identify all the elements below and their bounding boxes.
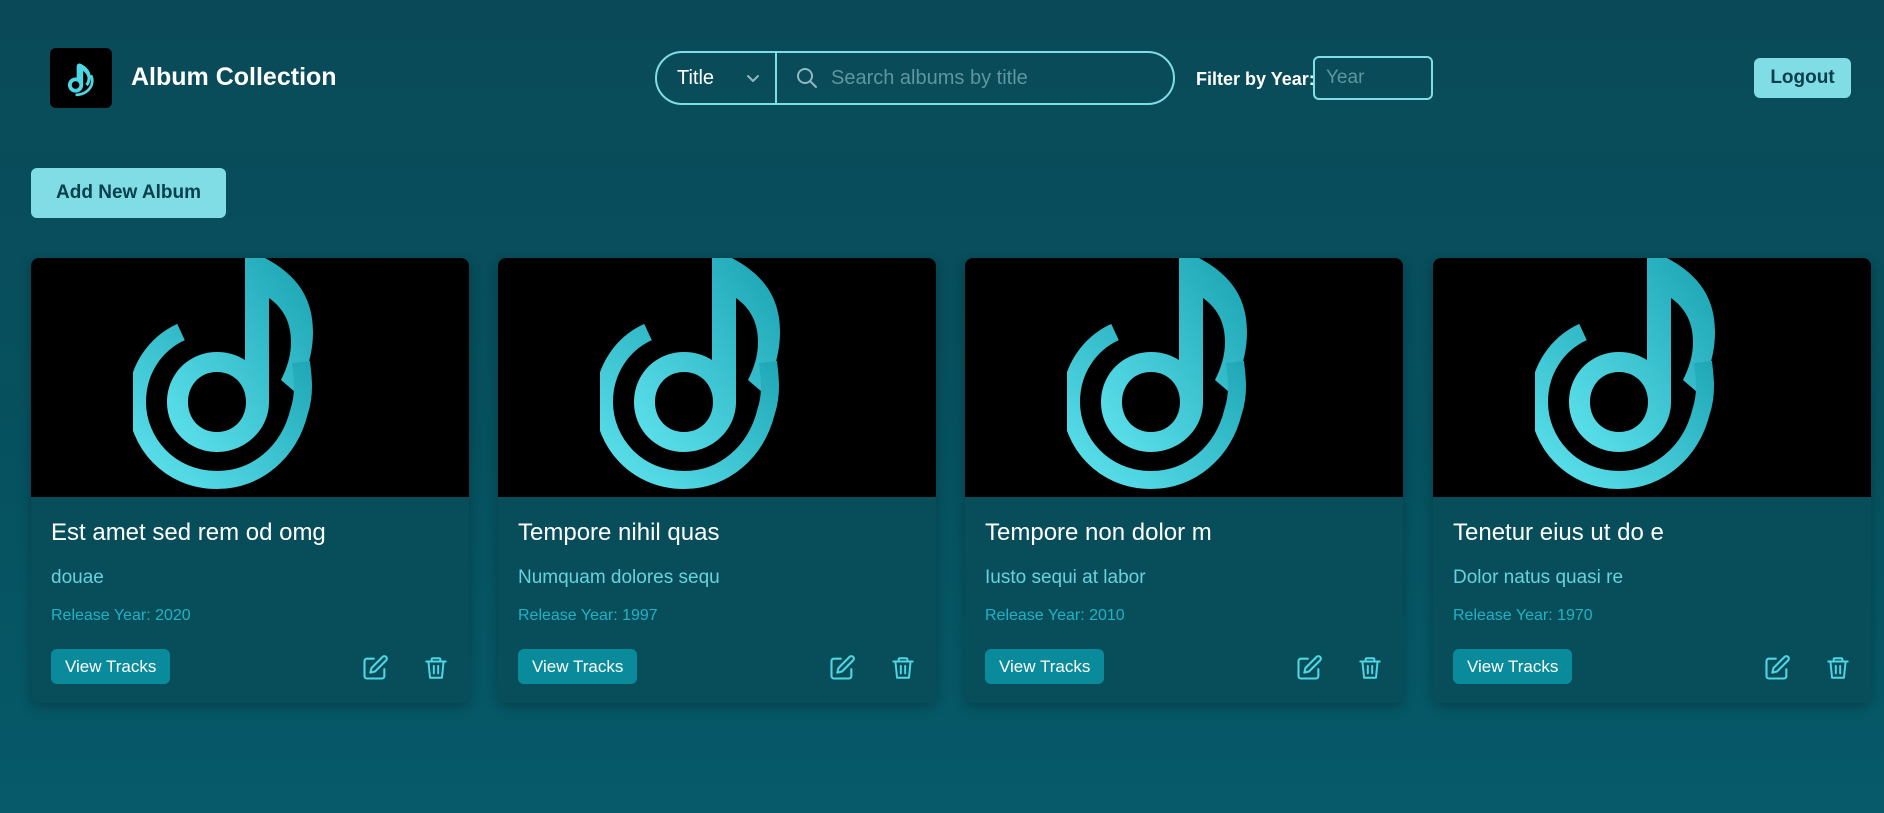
search-field-value: Title xyxy=(677,66,715,89)
year-filter-input[interactable] xyxy=(1313,56,1433,100)
album-cover xyxy=(31,258,469,497)
year-filter-label: Filter by Year: xyxy=(1196,69,1315,89)
album-artist: Iusto sequi at labor xyxy=(985,567,1146,588)
delete-album-button[interactable] xyxy=(887,652,919,684)
album-card: Tempore nihil quas Numquam dolores sequ … xyxy=(498,258,936,703)
album-artist: douae xyxy=(51,567,104,588)
music-note-icon xyxy=(67,63,94,97)
album-title: Est amet sed rem od omg xyxy=(51,519,326,546)
trash-icon xyxy=(892,657,914,679)
album-title: Tenetur eius ut do e xyxy=(1453,519,1664,546)
music-note-icon xyxy=(1535,258,1715,490)
edit-album-button[interactable] xyxy=(1293,652,1325,684)
view-tracks-button[interactable]: View Tracks xyxy=(1453,649,1573,684)
top-bar: Album Collection Title Filter by Year: L… xyxy=(0,0,1884,160)
search-field xyxy=(777,53,1173,103)
album-release-year: Release Year: 2010 xyxy=(985,607,1125,624)
edit-album-button[interactable] xyxy=(826,652,858,684)
logout-button[interactable]: Logout xyxy=(1754,58,1851,98)
album-artist: Dolor natus quasi re xyxy=(1453,567,1624,588)
edit-icon xyxy=(363,655,388,680)
album-release-year: Release Year: 1970 xyxy=(1453,607,1593,624)
album-artist: Numquam dolores sequ xyxy=(518,567,720,588)
view-tracks-button[interactable]: View Tracks xyxy=(518,649,638,684)
album-card: Tenetur eius ut do e Dolor natus quasi r… xyxy=(1433,258,1871,703)
album-title: Tempore non dolor m xyxy=(985,519,1212,546)
edit-icon xyxy=(1765,655,1790,680)
music-note-icon xyxy=(600,258,780,490)
search-input[interactable] xyxy=(831,66,1171,90)
edit-icon xyxy=(1297,655,1322,680)
delete-album-button[interactable] xyxy=(1822,652,1854,684)
edit-album-button[interactable] xyxy=(1761,652,1793,684)
album-cover xyxy=(498,258,936,497)
trash-icon xyxy=(1359,657,1381,679)
view-tracks-button[interactable]: View Tracks xyxy=(51,649,171,684)
chevron-down-icon xyxy=(747,75,759,82)
edit-icon xyxy=(830,655,855,680)
album-cover xyxy=(965,258,1403,497)
add-album-button[interactable]: Add New Album xyxy=(31,168,226,218)
album-card: Est amet sed rem od omg douae Release Ye… xyxy=(31,258,469,703)
delete-album-button[interactable] xyxy=(420,652,452,684)
search-icon xyxy=(797,68,817,88)
edit-album-button[interactable] xyxy=(359,652,391,684)
album-cover xyxy=(1433,258,1871,497)
delete-album-button[interactable] xyxy=(1354,652,1386,684)
music-note-icon xyxy=(133,258,313,490)
app-logo xyxy=(50,48,112,108)
album-release-year: Release Year: 1997 xyxy=(518,607,658,624)
search-field-select[interactable]: Title xyxy=(657,53,777,103)
album-release-year: Release Year: 2020 xyxy=(51,607,191,624)
search-bar: Title xyxy=(655,51,1175,105)
app-title: Album Collection xyxy=(131,63,337,91)
album-title: Tempore nihil quas xyxy=(518,519,720,546)
view-tracks-button[interactable]: View Tracks xyxy=(985,649,1105,684)
trash-icon xyxy=(1827,657,1849,679)
trash-icon xyxy=(425,657,447,679)
music-note-icon xyxy=(1067,258,1247,490)
album-card: Tempore non dolor m Iusto sequi at labor… xyxy=(965,258,1403,703)
